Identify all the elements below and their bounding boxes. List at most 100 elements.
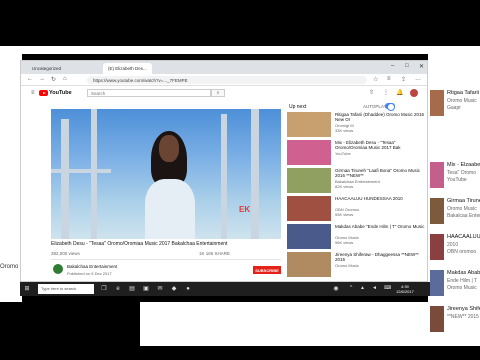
url-field[interactable]: https://www.youtube.com/watch?v=..._7FEM… bbox=[87, 76, 367, 84]
menu-icon[interactable]: ≡ bbox=[31, 90, 35, 96]
back-icon[interactable]: ← bbox=[27, 76, 33, 82]
background-item-title: Rtigaa Tafarii bbox=[447, 90, 479, 96]
close-icon[interactable]: ✕ bbox=[419, 63, 424, 70]
refresh-icon[interactable]: ↻ bbox=[51, 76, 56, 83]
youtube-logo[interactable]: YouTube bbox=[39, 90, 72, 96]
browser-window: Uncategorized (E) Elizabeth Des... – □ ✕… bbox=[20, 60, 428, 282]
search-icon: ⌕ bbox=[216, 90, 220, 96]
background-right-panel: Rtigaa Tafarii Oromo Music Gaapr Mix - Elza… bbox=[428, 46, 480, 346]
address-bar-row: ← → ↻ ⌂ https://www.youtube.com/watch?v=… bbox=[21, 74, 427, 86]
recommendation-thumbnail[interactable] bbox=[287, 252, 331, 277]
recommendation-item[interactable]: Girmaa Tiruneh "Laafi Bona" Oromo Music … bbox=[287, 168, 427, 194]
video-actions[interactable]: 1K 165 SHARE bbox=[199, 251, 230, 256]
background-item-meta: YouTube bbox=[447, 177, 467, 183]
video-player[interactable]: EK bbox=[51, 109, 281, 239]
recommendation-thumbnail[interactable] bbox=[287, 168, 331, 193]
background-bottom bbox=[140, 302, 430, 346]
taskbar-search-text: Type here to search bbox=[41, 286, 77, 291]
channel-name[interactable]: Bakalchaa Entertainment bbox=[67, 264, 117, 269]
background-beam bbox=[51, 169, 111, 173]
recommendation-item[interactable]: Jireenya Shiferaw - Dhaggeessa **NEW** 2… bbox=[287, 252, 427, 278]
recommendation-item[interactable]: Mix - Elizabeth Desu - "Tesaa" Oromo/Oro… bbox=[287, 140, 427, 166]
share-icon[interactable]: ⇪ bbox=[401, 76, 406, 83]
mail-icon[interactable]: ✉ bbox=[156, 285, 164, 293]
tab-bar: Uncategorized (E) Elizabeth Des... – □ ✕ bbox=[21, 61, 427, 74]
recommendation-thumbnail[interactable] bbox=[287, 196, 331, 221]
background-tower bbox=[221, 114, 227, 239]
background-thumbnail bbox=[430, 270, 444, 296]
recommendation-item[interactable]: Makdas Ababe "Ende Hilm | T" Oromo Music… bbox=[287, 224, 427, 250]
search-button[interactable]: ⌕ bbox=[211, 89, 225, 97]
taskbar-search[interactable]: Type here to search bbox=[38, 284, 94, 294]
app-icon[interactable]: ● bbox=[184, 285, 192, 293]
search-input[interactable] bbox=[87, 89, 211, 97]
url-text: https://www.youtube.com/watch?v=..._7FEM… bbox=[93, 77, 188, 83]
autoplay-label: AUTOPLAY bbox=[363, 104, 387, 109]
autoplay-toggle[interactable] bbox=[385, 103, 395, 111]
background-item-subtitle: 2010 bbox=[447, 242, 459, 248]
recommendation-thumbnail[interactable] bbox=[287, 112, 331, 137]
background-list-item bbox=[430, 126, 480, 154]
language-icon[interactable]: ⌨ bbox=[384, 285, 391, 291]
background-item-title: Girmaa Tiruneh bbox=[447, 198, 480, 204]
background-thumbnail bbox=[430, 162, 444, 188]
recommendation-channel: Oromo Music bbox=[335, 263, 359, 268]
store-icon[interactable]: ▣ bbox=[142, 285, 150, 293]
app-icon[interactable]: ◆ bbox=[170, 285, 178, 293]
recommendation-item[interactable]: Ritigaa Tafarii (Dhaddee) Oromo Music 20… bbox=[287, 112, 427, 138]
channel-watermark: EK bbox=[239, 205, 251, 214]
recommendation-views: 55K views bbox=[335, 212, 354, 217]
forward-icon[interactable]: → bbox=[39, 76, 45, 82]
windows-start-icon[interactable]: ⊞ bbox=[23, 285, 31, 293]
recommendation-item[interactable]: HAACAALUU HUNDESSAA 2010 OBN Oromoo 55K vi… bbox=[287, 196, 427, 222]
minimize-icon[interactable]: – bbox=[391, 63, 394, 69]
screen: Oromo Rtigaa Tafarii Oromo Music Gaapr Mix … bbox=[0, 0, 480, 360]
background-thumbnail bbox=[430, 90, 444, 116]
task-view-icon[interactable]: ❐ bbox=[100, 285, 108, 293]
file-explorer-icon[interactable]: ▤ bbox=[128, 285, 136, 293]
background-left-text: Oromo bbox=[0, 264, 19, 270]
notifications-icon[interactable]: 🔔 bbox=[396, 89, 403, 96]
recommendation-title: Girmaa Tiruneh "Laafi Bona" Oromo Music … bbox=[335, 168, 420, 178]
edge-icon[interactable]: e bbox=[114, 285, 122, 293]
singer-body bbox=[145, 179, 195, 239]
chrome-icon[interactable]: ◉ bbox=[332, 285, 340, 293]
recommendation-thumbnail[interactable] bbox=[287, 140, 331, 165]
tab-label: Uncategorized bbox=[32, 66, 62, 71]
taskbar-clock[interactable]: 4:39 12/6/2017 bbox=[396, 284, 414, 294]
tab-uncategorized[interactable]: Uncategorized bbox=[27, 63, 66, 74]
tray-up-icon[interactable]: ^ bbox=[350, 285, 352, 291]
apps-icon[interactable]: ⋮ bbox=[383, 89, 389, 96]
favorite-icon[interactable]: ☆ bbox=[373, 76, 378, 83]
actions-text: 1K 165 SHARE bbox=[199, 251, 231, 256]
maximize-icon[interactable]: □ bbox=[405, 63, 409, 69]
background-thumbnail bbox=[430, 306, 444, 332]
background-top bbox=[20, 46, 430, 54]
upload-icon[interactable]: ⇧ bbox=[369, 89, 374, 96]
channel-avatar[interactable] bbox=[53, 264, 63, 274]
network-icon[interactable]: ▲ bbox=[360, 285, 365, 291]
background-item-subtitle: **NEW** 2015 bbox=[447, 314, 479, 320]
volume-icon[interactable]: ◄ bbox=[372, 285, 377, 291]
background-list-item: Rtigaa Tafarii Oromo Music Gaapr bbox=[430, 90, 480, 118]
avatar[interactable] bbox=[410, 89, 418, 97]
recommendation-title: Makdas Ababe "Ende Hilm | T" Oromo Music bbox=[335, 224, 425, 229]
background-item-meta: Bakalcaa Enterta bbox=[447, 213, 480, 219]
background-item-title: Jireenya Shiferaw bbox=[447, 306, 480, 312]
view-count: 382,000 views bbox=[51, 251, 80, 256]
background-tower bbox=[251, 109, 259, 239]
subscribe-button[interactable]: SUBSCRIBE bbox=[253, 266, 281, 274]
background-item-meta: Gaapr bbox=[447, 105, 461, 111]
youtube-logo-text: YouTube bbox=[49, 90, 72, 96]
background-tower bbox=[61, 119, 69, 239]
recommendation-views: 96K views bbox=[335, 240, 354, 245]
home-icon[interactable]: ⌂ bbox=[63, 76, 67, 82]
tab-youtube[interactable]: (E) Elizabeth Des... bbox=[103, 63, 152, 74]
recommendation-thumbnail[interactable] bbox=[287, 224, 331, 249]
more-icon[interactable]: … bbox=[415, 76, 421, 82]
background-item-subtitle: Oromo Music bbox=[447, 98, 477, 104]
recommendation-title: Ritigaa Tafarii (Dhaddee) Oromo Music 20… bbox=[335, 112, 424, 122]
background-thumbnail bbox=[430, 234, 444, 260]
background-item-title: Mix - Elzaabeth bbox=[447, 162, 480, 168]
hub-icon[interactable]: ≡ bbox=[387, 76, 391, 82]
